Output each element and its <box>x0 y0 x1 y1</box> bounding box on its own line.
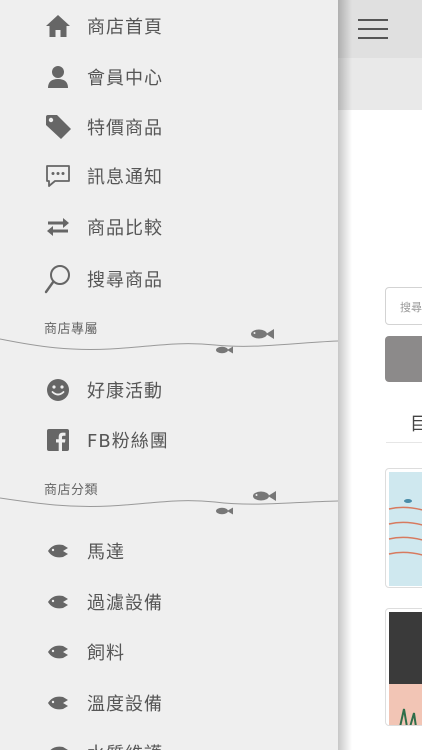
menu-item-store-home[interactable]: 商店首頁 <box>0 4 338 48</box>
fish-icon <box>216 346 233 354</box>
compare-arrows-icon <box>44 213 72 241</box>
fish-icon <box>216 507 233 515</box>
menu-item-category-motor[interactable]: 馬達 <box>0 529 338 573</box>
menu-item-promotions[interactable]: 好康活動 <box>0 368 338 412</box>
fish-icon <box>44 588 72 616</box>
menu-item-facebook-fanpage[interactable]: FB粉絲團 <box>0 418 338 462</box>
menu-item-category-water-quality[interactable]: 水質維護 <box>0 731 338 750</box>
search-icon <box>44 265 72 294</box>
menu-item-category-feed[interactable]: 飼料 <box>0 630 338 674</box>
facebook-icon <box>44 426 72 454</box>
menu-item-sale-products[interactable]: 特價商品 <box>0 105 338 149</box>
menu-item-label: 馬達 <box>87 542 125 563</box>
menu-item-label: 飼料 <box>87 643 125 664</box>
product-card[interactable] <box>385 608 422 726</box>
fish-icon <box>44 689 72 717</box>
user-icon <box>44 63 72 91</box>
tab-underline <box>386 442 422 443</box>
fish-icon <box>44 537 72 565</box>
search-input[interactable]: 搜尋 <box>385 287 422 325</box>
menu-item-label: 商店首頁 <box>87 17 163 38</box>
menu-item-label: 會員中心 <box>87 68 163 89</box>
fish-icon <box>44 638 72 666</box>
menu-icon[interactable] <box>358 17 388 41</box>
product-image <box>388 472 422 586</box>
menu-item-label: 好康活動 <box>87 381 163 402</box>
sub-header-bar <box>338 58 422 110</box>
wave-divider <box>0 491 338 515</box>
tag-icon <box>44 113 72 141</box>
menu-item-label: 訊息通知 <box>87 167 163 188</box>
fish-icon <box>44 739 72 750</box>
fish-icon <box>251 329 274 339</box>
search-button[interactable] <box>385 336 422 382</box>
product-image <box>389 612 422 725</box>
menu-item-label: 過濾設備 <box>87 593 163 614</box>
main-content: 搜尋 目 <box>338 0 422 750</box>
menu-item-label: 特價商品 <box>87 118 163 139</box>
menu-item-notifications[interactable]: 訊息通知 <box>0 154 338 198</box>
menu-item-member-center[interactable]: 會員中心 <box>0 55 338 99</box>
menu-item-category-filtration[interactable]: 過濾設備 <box>0 580 338 624</box>
chat-icon <box>44 162 72 190</box>
menu-item-category-temperature[interactable]: 溫度設備 <box>0 681 338 725</box>
menu-item-label: 溫度設備 <box>87 694 163 715</box>
home-icon <box>44 12 72 40</box>
menu-item-label: 水質維護 <box>87 740 163 750</box>
product-card[interactable] <box>385 468 422 588</box>
menu-item-label: 搜尋商品 <box>87 270 163 291</box>
menu-item-search-products[interactable]: 搜尋商品 <box>0 257 338 301</box>
menu-item-label: 商品比較 <box>87 218 163 239</box>
menu-item-compare[interactable]: 商品比較 <box>0 205 338 249</box>
navigation-drawer: 商店首頁 會員中心 特價商品 訊息通知 商品比較 搜尋商品 商店專屬 好康活動 … <box>0 0 338 750</box>
menu-item-label: FB粉絲團 <box>87 431 169 452</box>
wave-divider <box>0 329 338 354</box>
fish-icon <box>253 491 276 501</box>
smiley-icon <box>44 376 72 404</box>
tab-label[interactable]: 目 <box>410 410 422 436</box>
top-app-bar <box>338 0 422 58</box>
